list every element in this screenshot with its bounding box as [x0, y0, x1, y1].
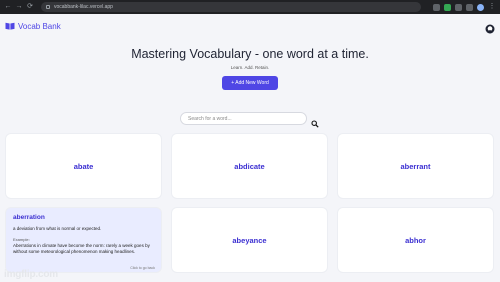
word-grid: abate abdicate aberrant aberration a dev… [5, 133, 495, 273]
page-subtitle: Learn. Add. Retain. [230, 65, 270, 70]
word-title: abate [73, 161, 94, 171]
add-word-button[interactable]: + Add New Word [222, 76, 278, 90]
word-card[interactable]: aberrant [337, 133, 494, 199]
page-title: Mastering Vocabulary - one word at a tim… [131, 47, 369, 61]
word-card[interactable]: abate [5, 133, 162, 199]
search-bar [180, 112, 319, 128]
extensions-area: ⋮ [433, 0, 496, 14]
menu-icon[interactable]: ⋮ [488, 0, 496, 14]
word-card[interactable]: abhor [337, 207, 494, 273]
forward-arrow-icon[interactable]: → [15, 0, 23, 14]
flip-back-hint: Click to go back [130, 266, 155, 270]
github-icon[interactable] [485, 21, 495, 34]
address-url: vocabbank-lilac.vercel.app [54, 4, 113, 10]
book-icon [5, 22, 15, 30]
search-input[interactable] [180, 112, 307, 125]
word-title: aberrant [400, 161, 431, 171]
profile-avatar[interactable] [477, 3, 484, 11]
word-title: abhor [405, 235, 426, 245]
address-bar[interactable]: vocabbank-lilac.vercel.app [41, 2, 421, 12]
extension-icon[interactable] [455, 3, 462, 11]
browser-toolbar: ← → ⟳ vocabbank-lilac.vercel.app ⋮ [0, 0, 500, 14]
word-title: abdicate [234, 161, 265, 171]
back-arrow-icon[interactable]: ← [4, 0, 12, 14]
watermark: imgflip.com [4, 269, 58, 280]
word-title: aberration [13, 214, 45, 221]
reload-icon[interactable]: ⟳ [26, 0, 34, 14]
hero-section: Mastering Vocabulary - one word at a tim… [0, 47, 500, 90]
extension-icon[interactable] [444, 3, 451, 11]
example-label: Example: [13, 237, 30, 242]
word-card[interactable]: abdicate [171, 133, 328, 199]
brand-name[interactable]: Vocab Bank [18, 22, 61, 31]
word-definition: a deviation from what is normal or expec… [13, 226, 102, 231]
extension-icon[interactable] [433, 3, 440, 11]
word-card[interactable]: abeyance [171, 207, 328, 273]
word-example: Aberrations in climate have become the n… [13, 243, 150, 255]
extension-icon[interactable] [466, 3, 473, 11]
search-icon[interactable] [311, 115, 319, 128]
word-title: abeyance [232, 235, 267, 245]
app-header: Vocab Bank [0, 14, 500, 38]
site-info-icon[interactable] [46, 5, 50, 9]
word-card-flipped[interactable]: aberration a deviation from what is norm… [5, 207, 162, 273]
